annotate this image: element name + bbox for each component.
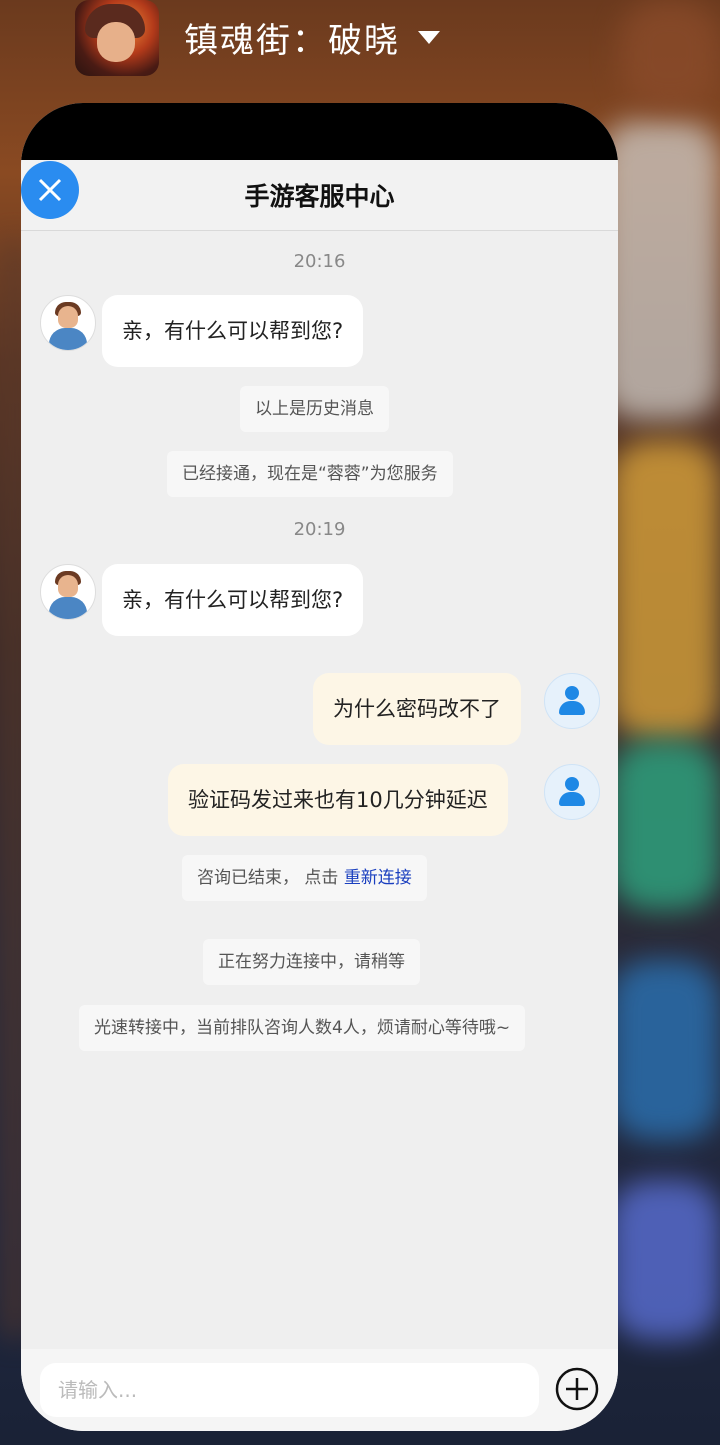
ended-notice: 咨询已结束， 点击 重新连接 <box>182 855 427 901</box>
caret-down-icon[interactable] <box>418 31 440 44</box>
user-avatar <box>544 764 600 820</box>
queue-notice: 光速转接中，当前排队咨询人数4人，烦请耐心等待哦~ <box>79 1005 526 1051</box>
input-bar <box>21 1349 618 1431</box>
game-app-icon[interactable] <box>75 0 159 76</box>
close-icon <box>38 178 62 202</box>
history-notice: 以上是历史消息 <box>240 386 389 432</box>
reconnect-link[interactable]: 重新连接 <box>344 868 412 888</box>
app-title: 镇魂街：破晓 <box>184 21 400 61</box>
plus-circle-icon[interactable] <box>555 1367 599 1411</box>
connecting-notice: 正在努力连接中，请稍等 <box>203 939 420 985</box>
agent-message: 亲，有什么可以帮到您? <box>102 295 364 367</box>
user-avatar <box>544 673 600 729</box>
user-message: 验证码发过来也有10几分钟延迟 <box>168 764 508 836</box>
connected-notice: 已经接通，现在是“蓉蓉”为您服务 <box>167 451 453 497</box>
close-button[interactable] <box>21 161 79 219</box>
window-top-bar <box>21 103 618 160</box>
page-title: 手游客服中心 <box>244 182 395 211</box>
agent-avatar <box>40 564 96 620</box>
ended-text: 咨询已结束， 点击 <box>197 868 339 888</box>
timestamp: 20:19 <box>293 519 346 540</box>
message-input[interactable] <box>40 1363 539 1417</box>
user-message: 为什么密码改不了 <box>313 673 521 745</box>
agent-message: 亲，有什么可以帮到您? <box>102 564 364 636</box>
titlebar: 手游客服中心 <box>21 160 618 231</box>
agent-avatar <box>40 295 96 351</box>
timestamp: 20:16 <box>293 251 346 272</box>
app-header[interactable]: 镇魂街：破晓 <box>75 0 440 76</box>
chat-window: 手游客服中心 20:16 亲，有什么可以帮到您? 以上是历史消息 已经接通，现在… <box>21 103 618 1431</box>
